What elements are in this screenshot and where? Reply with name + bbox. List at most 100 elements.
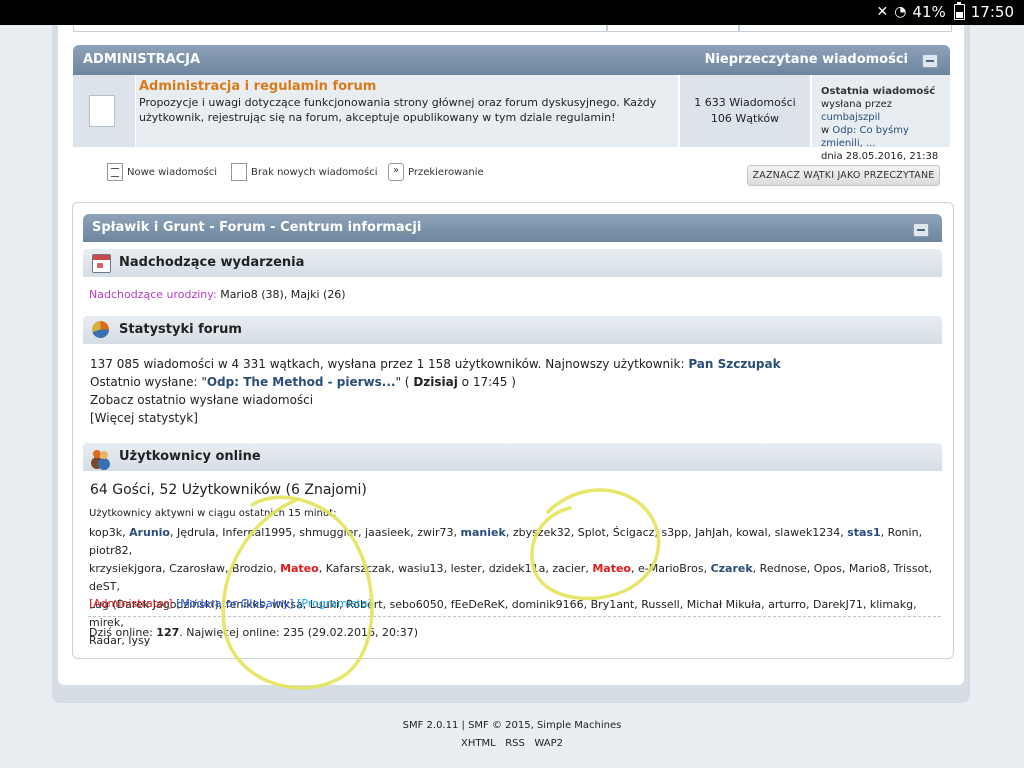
- online-user-link[interactable]: Ronin: [888, 526, 919, 539]
- online-user-link[interactable]: piotr82: [89, 544, 129, 557]
- footer-link-xhtml[interactable]: XHTML: [461, 738, 496, 749]
- last-post-date: dnia 28.05.2016, 21:38: [821, 151, 939, 162]
- online-user-link[interactable]: kop3k: [89, 526, 122, 539]
- record-online: Najwięcej online: 235 (29.02.2016, 20:37…: [186, 626, 418, 639]
- last-post-user[interactable]: cumbajszpil: [821, 112, 880, 123]
- footer-copyright[interactable]: SMF 2.0.11 | SMF © 2015, Simple Machines: [0, 720, 1024, 731]
- online-user-link[interactable]: Michał Mikuła: [687, 598, 761, 611]
- online-today-line: Dziś online: 127. Najwięcej online: 235 …: [89, 626, 418, 639]
- online-user-link[interactable]: krzysiekjgora: [89, 562, 162, 575]
- stats-body: 137 085 wiadomości w 4 331 wątkach, wysł…: [90, 355, 781, 427]
- calendar-icon: [92, 254, 111, 273]
- no-new-posts-icon[interactable]: [82, 90, 115, 127]
- online-user-link[interactable]: kowal: [736, 526, 768, 539]
- legend-redirect: » Przekierowanie: [388, 163, 484, 181]
- unread-messages-link[interactable]: Nieprzeczytane wiadomości: [705, 52, 908, 67]
- online-user-link[interactable]: Trissot: [893, 562, 928, 575]
- online-user-link[interactable]: Russell: [641, 598, 679, 611]
- category-title[interactable]: ADMINISTRACJA: [83, 52, 200, 67]
- online-user-link[interactable]: slawek1234: [775, 526, 841, 539]
- birthdays-list[interactable]: Mario8 (38), Majki (26): [220, 288, 345, 301]
- online-user-link[interactable]: JahJah: [695, 526, 729, 539]
- footer-links: XHTML RSS WAP2: [0, 738, 1024, 749]
- legend-new: Nowe wiadomości: [107, 163, 217, 181]
- online-user-link[interactable]: e-MarioBros: [638, 562, 704, 575]
- online-user-link[interactable]: Mateo: [592, 562, 631, 575]
- users-icon: [92, 448, 109, 465]
- online-user-link[interactable]: Ścigacz: [613, 526, 655, 539]
- online-user-link[interactable]: zwir73: [417, 526, 453, 539]
- collapse-info-center-icon[interactable]: [913, 223, 929, 237]
- today-count: 127: [156, 626, 180, 639]
- online-user-link[interactable]: DarekJ71: [813, 598, 863, 611]
- last-post-by: wysłana przez: [821, 99, 893, 110]
- online-user-link[interactable]: klimakg: [870, 598, 913, 611]
- legend-new-label: Nowe wiadomości: [127, 166, 218, 178]
- online-user-link[interactable]: wasiu13: [398, 562, 444, 575]
- group-prog-link[interactable]: Programista: [301, 597, 367, 610]
- recent-topic-link[interactable]: Odp: The Method - pierws...: [207, 375, 396, 389]
- footer-link-rss[interactable]: RSS: [505, 738, 525, 749]
- online-user-link[interactable]: Rednose: [760, 562, 807, 575]
- online-user-link[interactable]: Mario8: [849, 562, 887, 575]
- redirect-icon: »: [388, 163, 404, 181]
- group-mod-link[interactable]: Moderator Globalny: [180, 597, 289, 610]
- online-user-link[interactable]: dominik9166: [512, 598, 584, 611]
- online-user-link[interactable]: Infernal1995: [222, 526, 292, 539]
- board-title-link[interactable]: Administracja i regulamin forum: [139, 79, 376, 94]
- last-post-in: w: [821, 125, 830, 136]
- mute-icon: ✕: [876, 4, 889, 20]
- online-user-link[interactable]: Brodzio: [232, 562, 273, 575]
- board-row: Administracja i regulamin forum Propozyc…: [73, 75, 950, 162]
- online-user-link[interactable]: deST: [89, 580, 116, 593]
- online-user-link[interactable]: s3pp: [661, 526, 688, 539]
- online-user-link[interactable]: Arunio: [129, 526, 170, 539]
- online-user-link[interactable]: arturro: [768, 598, 806, 611]
- online-user-link[interactable]: shmuggler: [299, 526, 358, 539]
- group-admin-link[interactable]: Administrator: [93, 597, 168, 610]
- board-last-post-cell: Ostatnia wiadomość wysłana przez cumbajs…: [812, 75, 950, 162]
- online-user-link[interactable]: dzidek11a: [489, 562, 546, 575]
- online-user-link[interactable]: sebo6050: [390, 598, 444, 611]
- legend-redirect-label: Przekierowanie: [408, 166, 484, 178]
- pie-chart-icon: [92, 321, 109, 338]
- online-user-link[interactable]: Splot: [578, 526, 606, 539]
- online-user-link[interactable]: Opos: [814, 562, 842, 575]
- status-bar: ✕ ◔ 41% 17:50: [0, 0, 1024, 25]
- previous-row-stub: [607, 25, 739, 32]
- new-posts-icon: [107, 163, 123, 181]
- online-user-link[interactable]: zbyszek32: [513, 526, 571, 539]
- online-user-link[interactable]: maniek: [461, 526, 506, 539]
- online-user-link[interactable]: Czarek: [711, 562, 753, 575]
- category-header: ADMINISTRACJA Nieprzeczytane wiadomości: [73, 45, 950, 75]
- stats-title: Statystyki forum: [119, 322, 242, 337]
- online-user-link[interactable]: Jędrula: [177, 526, 215, 539]
- mark-read-button[interactable]: ZAZNACZ WĄTKI JAKO PRZECZYTANE: [747, 165, 940, 186]
- events-title: Nadchodzące wydarzenia: [119, 255, 305, 270]
- online-user-link[interactable]: Kafarszczak: [326, 562, 391, 575]
- footer-link-wap2[interactable]: WAP2: [534, 738, 563, 749]
- stats-totals-text: 137 085 wiadomości w 4 331 wątkach, wysł…: [90, 357, 685, 371]
- online-summary-link[interactable]: 64 Gości, 52 Użytkowników (6 Znajomi): [90, 482, 367, 498]
- more-stats-link[interactable]: [Więcej statystyk]: [90, 409, 781, 427]
- online-user-link[interactable]: zacier: [552, 562, 585, 575]
- stats-header: Statystyki forum: [83, 316, 942, 344]
- info-center-header: Spławik i Grunt - Forum - Centrum inform…: [83, 214, 942, 242]
- online-user-link[interactable]: Mateo: [280, 562, 319, 575]
- online-user-link[interactable]: lester: [451, 562, 482, 575]
- recent-posts-link[interactable]: Zobacz ostatnio wysłane wiadomości: [90, 391, 781, 409]
- recent-when: Dzisiaj: [413, 375, 458, 389]
- online-user-link[interactable]: fEeDeReK: [451, 598, 505, 611]
- online-user-link[interactable]: jaasieek: [365, 526, 410, 539]
- collapse-category-icon[interactable]: [922, 54, 938, 68]
- recent-mid: " (: [395, 375, 414, 389]
- board-icon-cell: [73, 75, 135, 147]
- legend-no-new: Brak nowych wiadomości: [231, 163, 378, 181]
- newest-member-link[interactable]: Pan Szczupak: [688, 357, 780, 371]
- online-user-link[interactable]: stas1: [847, 526, 880, 539]
- last-post-topic[interactable]: Odp: Co byśmy zmienili, ...: [821, 125, 909, 149]
- online-user-link[interactable]: Czarosław: [169, 562, 225, 575]
- online-user-link[interactable]: Bry1ant: [591, 598, 635, 611]
- divider: [88, 616, 941, 617]
- online-header: Użytkownicy online: [83, 443, 942, 471]
